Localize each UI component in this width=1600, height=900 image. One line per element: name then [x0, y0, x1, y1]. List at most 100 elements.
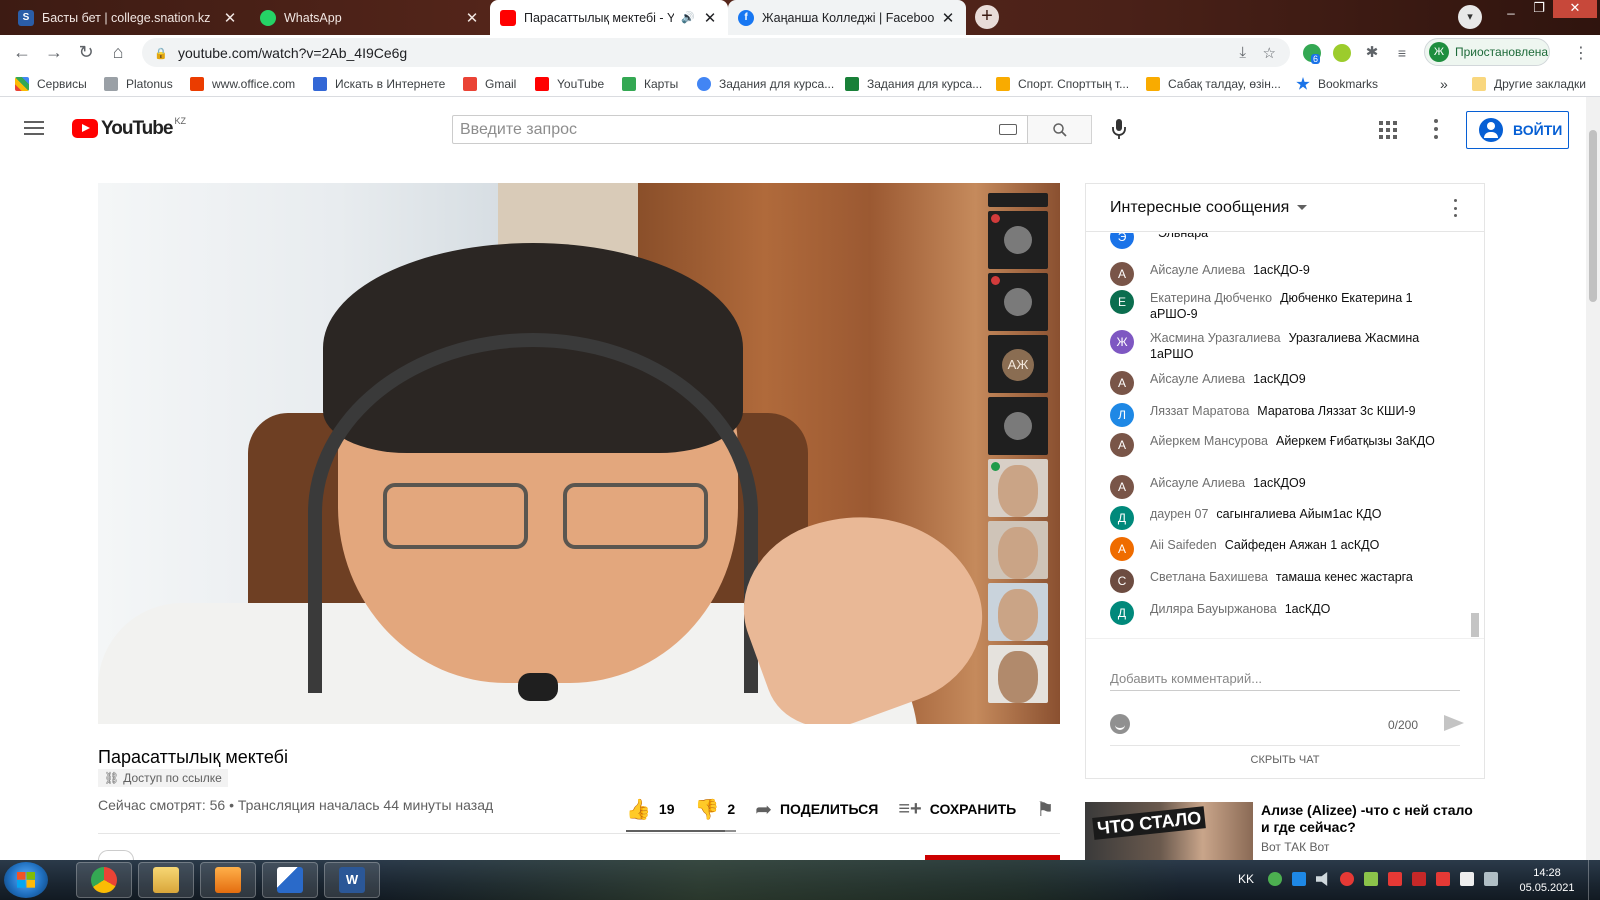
chat-author[interactable]: Айсауле Алиева	[1150, 263, 1245, 277]
share-button[interactable]: ➦ ПОДЕЛИТЬСЯ	[755, 797, 878, 822]
chat-author[interactable]: даурен 07	[1150, 507, 1208, 521]
chat-avatar[interactable]: Д	[1110, 506, 1134, 530]
page-scrollbar[interactable]	[1586, 97, 1600, 860]
taskbar-network-app[interactable]	[262, 862, 318, 898]
back-icon[interactable]: ←	[6, 37, 38, 69]
chat-avatar[interactable]: С	[1110, 569, 1134, 593]
chat-author[interactable]: Aii Saifeden	[1150, 538, 1217, 552]
chat-avatar[interactable]: А	[1110, 475, 1134, 499]
bookmark-bookmarks[interactable]: Bookmarks	[1296, 75, 1378, 93]
tab-youtube-active[interactable]: Парасаттылық мектебі - YouTube 🔊 ✕	[490, 0, 728, 35]
extension-round-icon[interactable]	[1333, 44, 1351, 62]
search-button[interactable]	[1028, 115, 1092, 144]
emoji-icon[interactable]	[1110, 714, 1130, 734]
taskbar-word[interactable]: W	[324, 862, 380, 898]
media-control-icon[interactable]: ≡	[1393, 44, 1411, 62]
video-thumbnail[interactable]: ЧТО СТАЛО	[1085, 802, 1253, 860]
bookmark-lesson-analysis[interactable]: Сабақ талдау, өзін...	[1146, 75, 1281, 93]
home-icon[interactable]: ⌂	[102, 37, 134, 69]
volume-icon[interactable]	[1316, 872, 1328, 886]
taskbar-explorer[interactable]	[138, 862, 194, 898]
tab-search-icon[interactable]: ▾	[1458, 5, 1482, 29]
start-button[interactable]	[4, 862, 48, 898]
like-button[interactable]: 👍 19	[626, 797, 674, 822]
chat-avatar[interactable]: Е	[1110, 290, 1134, 314]
chat-author[interactable]: Айсауле Алиева	[1150, 372, 1245, 386]
voice-search-mic-icon[interactable]	[1107, 117, 1131, 141]
sign-in-button[interactable]: ВОЙТИ	[1466, 111, 1569, 149]
reload-icon[interactable]: ↻	[70, 37, 102, 69]
lock-icon[interactable]: 🔒	[154, 47, 168, 60]
youtube-logo[interactable]: YouTube KZ	[72, 116, 186, 138]
tray-app-icon[interactable]	[1292, 872, 1306, 886]
close-icon[interactable]: ✕	[464, 9, 480, 27]
channel-avatar[interactable]	[98, 850, 134, 860]
install-app-icon[interactable]: ⤓	[1239, 44, 1246, 61]
chat-more-icon[interactable]	[1454, 199, 1458, 217]
system-clock[interactable]: 14:28 05.05.2021	[1515, 866, 1579, 896]
chat-author[interactable]: Светлана Бахишева	[1150, 570, 1268, 584]
bookmark-gmail[interactable]: Gmail	[463, 75, 516, 93]
save-button[interactable]: ≡+ СОХРАНИТЬ	[898, 798, 1016, 821]
tray-network-icon[interactable]	[1268, 872, 1282, 886]
bookmark-maps[interactable]: Карты	[622, 75, 678, 93]
bookmark-star-icon[interactable]: ☆	[1263, 44, 1276, 62]
dislike-button[interactable]: 👎 2	[694, 797, 735, 822]
close-icon[interactable]: ✕	[222, 9, 238, 27]
keyboard-icon[interactable]	[999, 124, 1017, 135]
dropdown-caret-icon[interactable]	[1297, 205, 1308, 210]
chat-author[interactable]: Жасмина Уразгалиева	[1150, 331, 1281, 345]
youtube-apps-grid-icon[interactable]	[1379, 121, 1397, 139]
bookmark-office[interactable]: www.office.com	[190, 75, 295, 93]
chat-author[interactable]: Айсауле Алиева	[1150, 476, 1245, 490]
send-icon[interactable]	[1444, 715, 1464, 731]
action-center-flag-icon[interactable]	[1460, 872, 1474, 886]
chat-avatar[interactable]: А	[1110, 262, 1134, 286]
maximize-icon[interactable]: ❐	[1525, 0, 1553, 18]
recommended-title[interactable]: Ализе (Alizee) -что с ней стало и где се…	[1261, 802, 1481, 836]
settings-more-icon[interactable]	[1434, 119, 1438, 139]
recommended-channel[interactable]: Вот ТАК Вот	[1261, 840, 1329, 854]
menu-hamburger-icon[interactable]	[24, 121, 44, 135]
bookmark-course-tasks-2[interactable]: Задания для курса...	[845, 75, 982, 93]
chat-avatar[interactable]: А	[1110, 371, 1134, 395]
tab-college-snation[interactable]: S Басты бет | college.snation.kz ✕	[8, 0, 248, 35]
tray-alert-icon[interactable]	[1436, 872, 1450, 886]
report-button[interactable]: ⚑	[1036, 797, 1062, 822]
forward-icon[interactable]: →	[38, 37, 70, 69]
close-icon[interactable]: ✕	[702, 9, 718, 27]
power-icon[interactable]	[1484, 872, 1498, 886]
audio-playing-icon[interactable]: 🔊	[680, 11, 696, 24]
chat-scrollbar[interactable]	[1470, 233, 1480, 638]
recommended-video[interactable]: ЧТО СТАЛО Ализе (Alizee) -что с ней стал…	[1085, 802, 1485, 860]
window-close-icon[interactable]: ✕	[1553, 0, 1597, 18]
tab-facebook[interactable]: f Жаңанша Колледжі | Facebook ✕	[728, 0, 966, 35]
comment-input[interactable]: Добавить комментарий...	[1110, 665, 1460, 691]
chat-mode-dropdown[interactable]: Интересные сообщения	[1110, 199, 1289, 217]
tray-adobe-icon[interactable]	[1412, 872, 1426, 886]
search-input[interactable]	[453, 116, 973, 143]
chat-author[interactable]: Ляззат Маратова	[1150, 404, 1249, 418]
chat-avatar[interactable]: Л	[1110, 403, 1134, 427]
bookmark-services[interactable]: Сервисы	[15, 75, 87, 93]
tray-nvidia-icon[interactable]	[1364, 872, 1378, 886]
tab-whatsapp[interactable]: WhatsApp ✕	[250, 0, 490, 35]
tray-update-icon[interactable]	[1388, 872, 1402, 886]
taskbar-chrome[interactable]	[76, 862, 132, 898]
bookmark-platonus[interactable]: Platonus	[104, 75, 173, 93]
bookmarks-overflow-icon[interactable]: »	[1440, 75, 1448, 93]
minimize-icon[interactable]: _	[1497, 0, 1525, 18]
hide-chat-button[interactable]: СКРЫТЬ ЧАТ	[1110, 745, 1460, 771]
close-icon[interactable]: ✕	[940, 9, 956, 27]
chat-avatar[interactable]: Ж	[1110, 330, 1134, 354]
chat-avatar[interactable]: Д	[1110, 601, 1134, 625]
address-bar[interactable]: 🔒 youtube.com/watch?v=2Ab_4I9Ce6g ⤓ ☆	[142, 38, 1290, 67]
new-tab-button[interactable]: +	[975, 5, 999, 29]
chrome-menu-icon[interactable]: ⋮	[1573, 43, 1589, 63]
bookmark-course-tasks-1[interactable]: Задания для курса...	[697, 75, 834, 93]
chat-avatar[interactable]: А	[1110, 537, 1134, 561]
tray-antivirus-icon[interactable]	[1340, 872, 1354, 886]
chat-author[interactable]: Екатерина Дюбченко	[1150, 291, 1272, 305]
profile-paused-button[interactable]: Ж Приостановлена	[1424, 38, 1550, 66]
bookmark-search-internet[interactable]: Искать в Интернете	[313, 75, 445, 93]
